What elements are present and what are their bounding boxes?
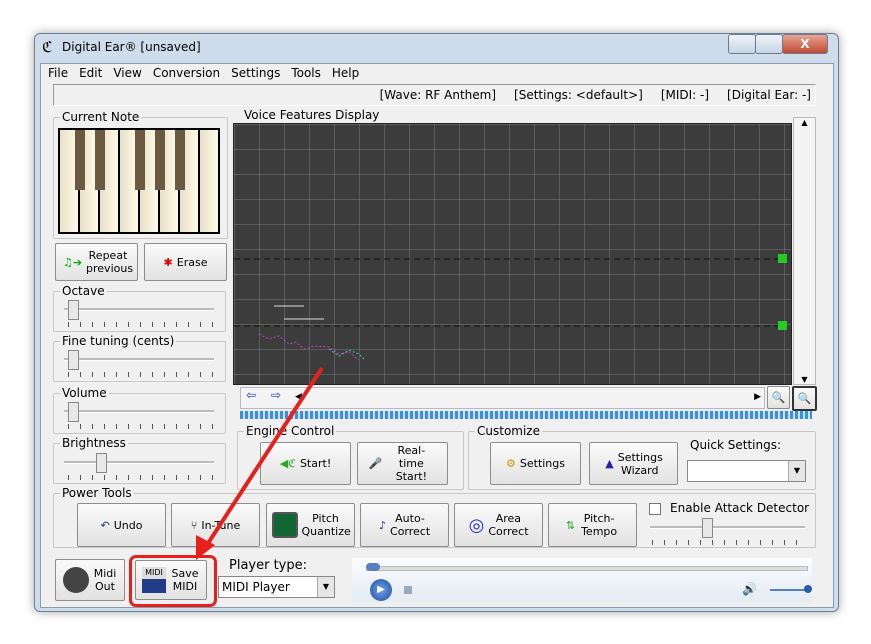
volume-icon[interactable]: 🔊 xyxy=(742,582,757,596)
stop-button[interactable] xyxy=(404,586,412,594)
player-type-label: Player type: xyxy=(229,558,308,573)
media-player: ▶ 🔊 xyxy=(352,558,812,602)
seek-thumb[interactable] xyxy=(366,563,380,571)
seek-bar[interactable] xyxy=(366,566,808,571)
player-type-dropdown[interactable]: MIDI Player ▼ xyxy=(218,576,335,598)
play-button[interactable]: ▶ xyxy=(370,579,392,601)
chevron-down-icon: ▼ xyxy=(317,577,334,597)
annotation-arrow xyxy=(196,366,324,560)
player-volume-thumb[interactable] xyxy=(804,585,812,593)
